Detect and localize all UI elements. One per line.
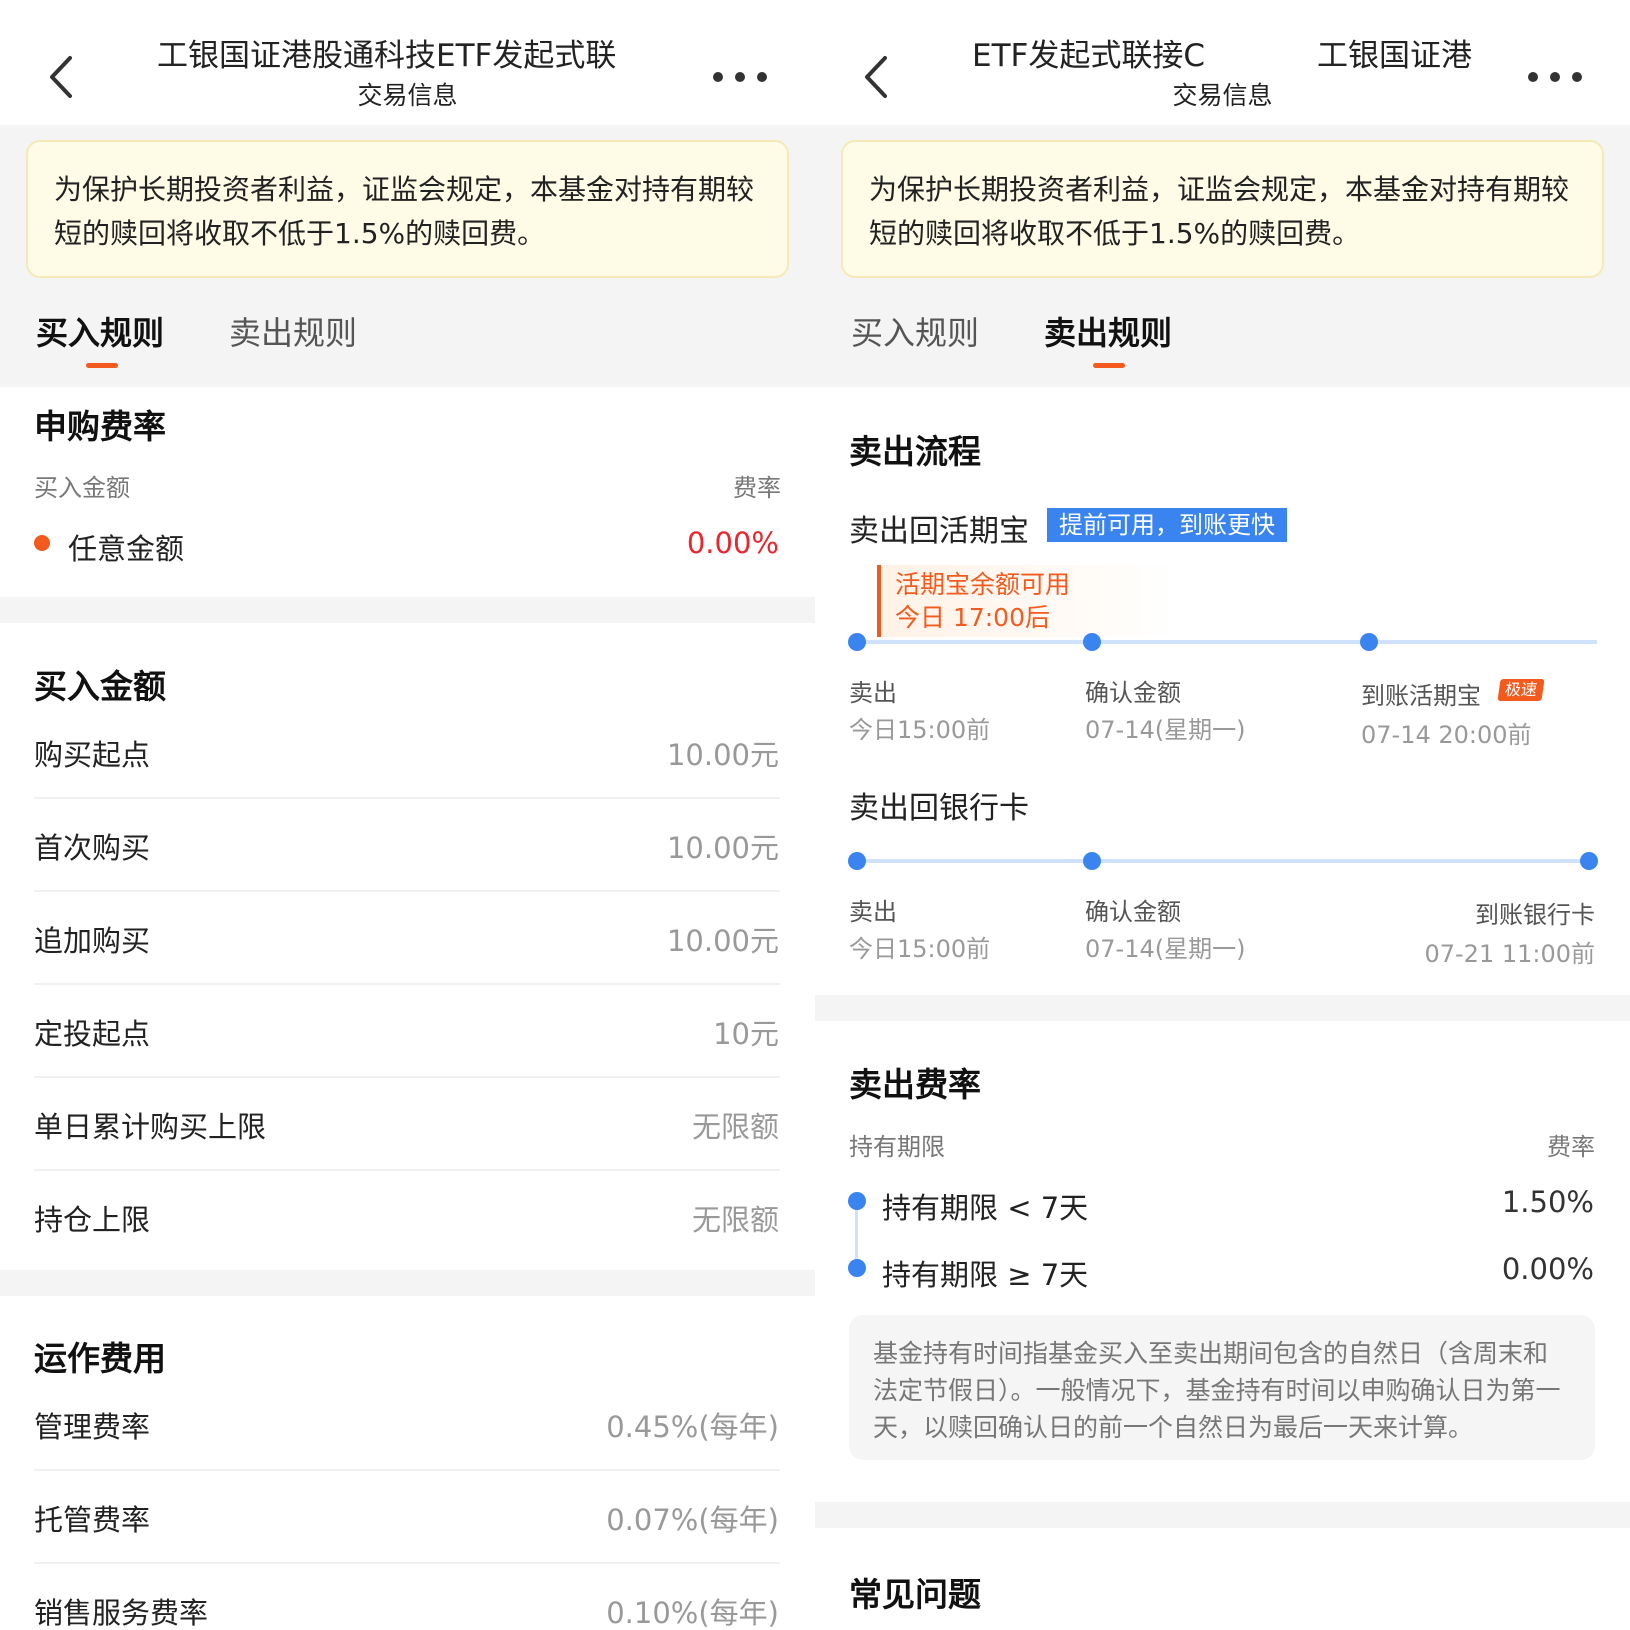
row-value: 10.00元	[666, 831, 779, 865]
nav-bar: ETF发起式联接C 工银国证港 交易信息	[815, 0, 1630, 125]
availability-tip: 活期宝余额可用 今日 17:00后	[877, 565, 1177, 637]
buy-rules-screen: 工银国证港股通科技ETF发起式联 交易信息 为保护长期投资者利益，证监会规定，本…	[0, 0, 815, 1630]
nav-bar: 工银国证港股通科技ETF发起式联 交易信息	[0, 0, 815, 125]
section-divider	[0, 1270, 815, 1296]
timeline-dot	[848, 633, 866, 651]
rate-column-header: 费率	[733, 474, 781, 502]
timeline-dot	[1580, 852, 1598, 870]
row-value: 10元	[713, 1017, 779, 1051]
holding-period-label: 持有期限 < 7天	[882, 1191, 1089, 1225]
active-tab-indicator	[1093, 363, 1125, 368]
sell-flow-title: 卖出流程	[849, 432, 981, 471]
timeline-dot	[848, 852, 866, 870]
divider	[34, 1169, 780, 1171]
holding-period-column-header: 持有期限	[849, 1133, 945, 1161]
tab-buy-rules[interactable]: 买入规则	[36, 308, 164, 354]
tip-line: 今日 17:00后	[895, 603, 1050, 632]
operating-fees-title: 运作费用	[34, 1339, 166, 1378]
step-time: 今日15:00前	[849, 935, 991, 963]
row-label: 单日累计购买上限	[34, 1110, 267, 1144]
step-label: 卖出	[849, 679, 897, 707]
row-label: 销售服务费率	[34, 1596, 209, 1630]
screen: 工银国证港股通科技ETF发起式联 交易信息 为保护长期投资者利益，证监会规定，本…	[0, 0, 1630, 1630]
bullet-dot	[34, 535, 50, 551]
row-label: 购买起点	[34, 738, 151, 772]
step-time: 07-14 20:00前	[1361, 721, 1532, 749]
tab-sell-rules[interactable]: 卖出规则	[1044, 308, 1172, 354]
buy-amount-title: 买入金额	[34, 667, 166, 706]
fund-title: 工银国证港股通科技ETF发起式联	[157, 38, 617, 74]
row-label: 持仓上限	[34, 1203, 151, 1237]
faq-title[interactable]: 常见问题	[849, 1568, 981, 1616]
section-divider	[0, 597, 815, 623]
holding-time-note: 基金持有时间指基金买入至卖出期间包含的自然日（含周末和法定节假日）。一般情况下，…	[849, 1315, 1595, 1460]
row-label: 托管费率	[34, 1503, 151, 1537]
section-divider	[815, 1502, 1630, 1528]
redemption-notice: 为保护长期投资者利益，证监会规定，本基金对持有期较短的赎回将收取不低于1.5%的…	[841, 140, 1604, 278]
row-value: 无限额	[691, 1203, 779, 1237]
buy-amount-column-header: 买入金额	[34, 474, 130, 502]
express-badge: 极速	[1497, 679, 1545, 701]
more-icon[interactable]	[713, 64, 767, 88]
route-bank-card-label: 卖出回银行卡	[849, 791, 1029, 826]
page-subtitle: 交易信息	[357, 81, 458, 110]
fee-dot	[848, 1259, 866, 1277]
row-label: 管理费率	[34, 1410, 151, 1444]
holding-period-rate: 1.50%	[1501, 1185, 1594, 1219]
divider	[34, 1469, 780, 1471]
fee-dot	[848, 1192, 866, 1210]
timeline-track	[857, 859, 1597, 863]
faster-badge: 提前可用，到账更快	[1047, 508, 1287, 542]
any-amount-label: 任意金额	[68, 532, 185, 566]
fund-title-part: ETF发起式联接C	[972, 38, 1205, 74]
subscription-fee-title: 申购费率	[34, 407, 166, 446]
holding-period-label: 持有期限 ≥ 7天	[882, 1258, 1089, 1292]
divider	[34, 890, 780, 892]
step-time: 07-21 11:00前	[1424, 940, 1595, 968]
timeline-track	[857, 640, 1597, 644]
fund-title-part: 工银国证港	[1317, 38, 1472, 74]
step-label: 卖出	[849, 898, 897, 926]
step-label: 到账活期宝	[1361, 682, 1481, 710]
tab-buy-rules[interactable]: 买入规则	[851, 308, 979, 354]
active-tab-indicator	[86, 363, 118, 368]
row-label: 首次购买	[34, 831, 151, 865]
page-subtitle: 交易信息	[1172, 81, 1273, 110]
row-label: 追加购买	[34, 924, 151, 958]
divider	[34, 983, 780, 985]
sell-fee-title: 卖出费率	[849, 1065, 981, 1104]
tab-sell-rules[interactable]: 卖出规则	[229, 308, 357, 354]
row-value: 10.00元	[666, 738, 779, 772]
row-value: 0.07%(每年)	[606, 1503, 779, 1537]
step-time: 今日15:00前	[849, 716, 991, 744]
row-value: 无限额	[691, 1110, 779, 1144]
tip-line: 活期宝余额可用	[895, 570, 1071, 599]
step-time: 07-14(星期一)	[1085, 716, 1246, 744]
holding-period-rate: 0.00%	[1501, 1252, 1594, 1286]
step-label: 到账银行卡	[1475, 901, 1595, 929]
rate-column-header: 费率	[1547, 1133, 1595, 1161]
step-label: 确认金额	[1085, 679, 1181, 707]
any-amount-rate: 0.00%	[686, 526, 779, 560]
redemption-notice: 为保护长期投资者利益，证监会规定，本基金对持有期较短的赎回将收取不低于1.5%的…	[26, 140, 789, 278]
section-divider	[815, 995, 1630, 1021]
row-value: 0.45%(每年)	[606, 1410, 779, 1444]
timeline-dot	[1083, 852, 1101, 870]
timeline-dot	[1083, 633, 1101, 651]
step-time: 07-14(星期一)	[1085, 935, 1246, 963]
timeline-dot	[1360, 633, 1378, 651]
divider	[34, 797, 780, 799]
row-value: 0.10%(每年)	[606, 1596, 779, 1630]
divider	[34, 1562, 780, 1564]
step-label: 确认金额	[1085, 898, 1181, 926]
row-value: 10.00元	[666, 924, 779, 958]
row-label: 定投起点	[34, 1017, 151, 1051]
route-current-account-label: 卖出回活期宝	[849, 514, 1029, 549]
divider	[34, 1076, 780, 1078]
more-icon[interactable]	[1528, 64, 1582, 88]
